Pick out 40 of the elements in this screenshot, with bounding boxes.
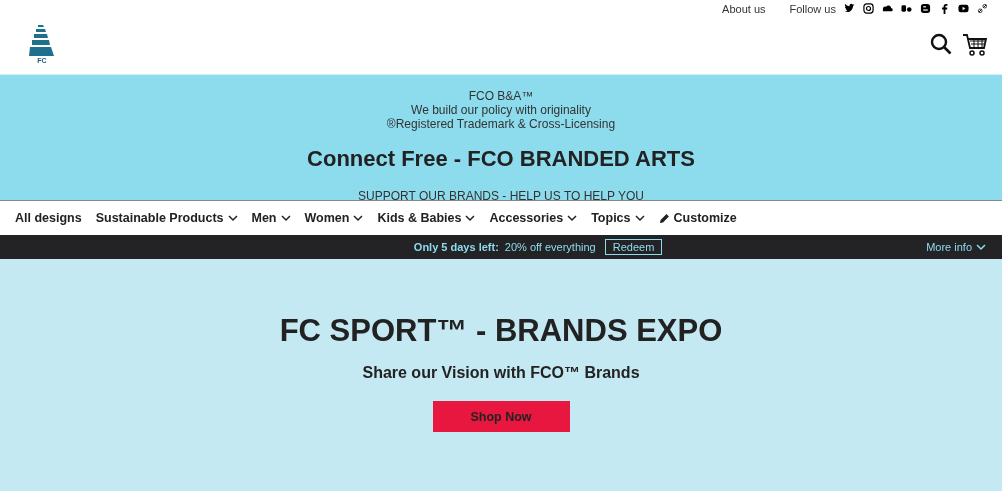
cloud-icon[interactable]: [882, 3, 893, 14]
nav-menu[interactable]: Accessories: [489, 211, 578, 225]
cart-icon[interactable]: [962, 33, 988, 57]
nav-menu[interactable]: Kids & Babies: [377, 211, 476, 225]
chevron-down-icon: [280, 214, 291, 222]
promo-text: 20% off everything: [504, 241, 596, 253]
banner-tagline: SUPPORT OUR BRANDS - HELP US TO HELP YOU: [358, 189, 644, 203]
nav-menu[interactable]: Topics: [591, 211, 645, 225]
promo-highlight: Only 5 days left:: [413, 241, 499, 253]
bird-icon[interactable]: [844, 3, 855, 14]
chevron-down-icon: [227, 214, 238, 222]
nav-menu[interactable]: Women: [304, 211, 364, 225]
play-icon[interactable]: [958, 3, 969, 14]
shop-now-button[interactable]: Shop Now: [432, 401, 570, 432]
about-link[interactable]: About us: [722, 2, 766, 15]
chevron-down-icon: [465, 214, 476, 222]
nav-link[interactable]: Customize: [658, 211, 737, 225]
hero-title: FC SPORT™ - BRANDS EXPO: [279, 313, 723, 349]
blog-icon[interactable]: [920, 3, 931, 14]
nav-menu[interactable]: Sustainable Products: [95, 211, 238, 225]
hero-subtitle: Share our Vision with FCO™ Brands: [362, 364, 640, 382]
banner-text: FCO B&A™: [468, 89, 534, 103]
chevron-down-icon: [353, 214, 364, 222]
follow-label: Follow us: [789, 2, 836, 15]
pencil-icon: [658, 212, 670, 224]
building-logo-icon[interactable]: [28, 24, 56, 57]
search-icon[interactable]: [930, 33, 952, 55]
more-info-link[interactable]: More info: [926, 241, 986, 253]
banner-text: ®Registered Trademark & Cross-Licensing: [386, 117, 616, 131]
banner-text: We build our policy with originality: [411, 103, 591, 117]
camera-icon[interactable]: [863, 3, 874, 14]
chevron-down-icon: [976, 243, 986, 251]
banner-title: Connect Free - FCO BRANDED ARTS: [307, 146, 695, 172]
nav-link[interactable]: All designs: [15, 211, 82, 225]
nav-menu[interactable]: Men: [251, 211, 291, 225]
chevron-down-icon: [634, 214, 645, 222]
link-icon[interactable]: [977, 3, 988, 14]
chevron-down-icon: [567, 214, 578, 222]
facebook-icon[interactable]: [939, 3, 950, 14]
redeem-button[interactable]: Redeem: [604, 239, 663, 255]
